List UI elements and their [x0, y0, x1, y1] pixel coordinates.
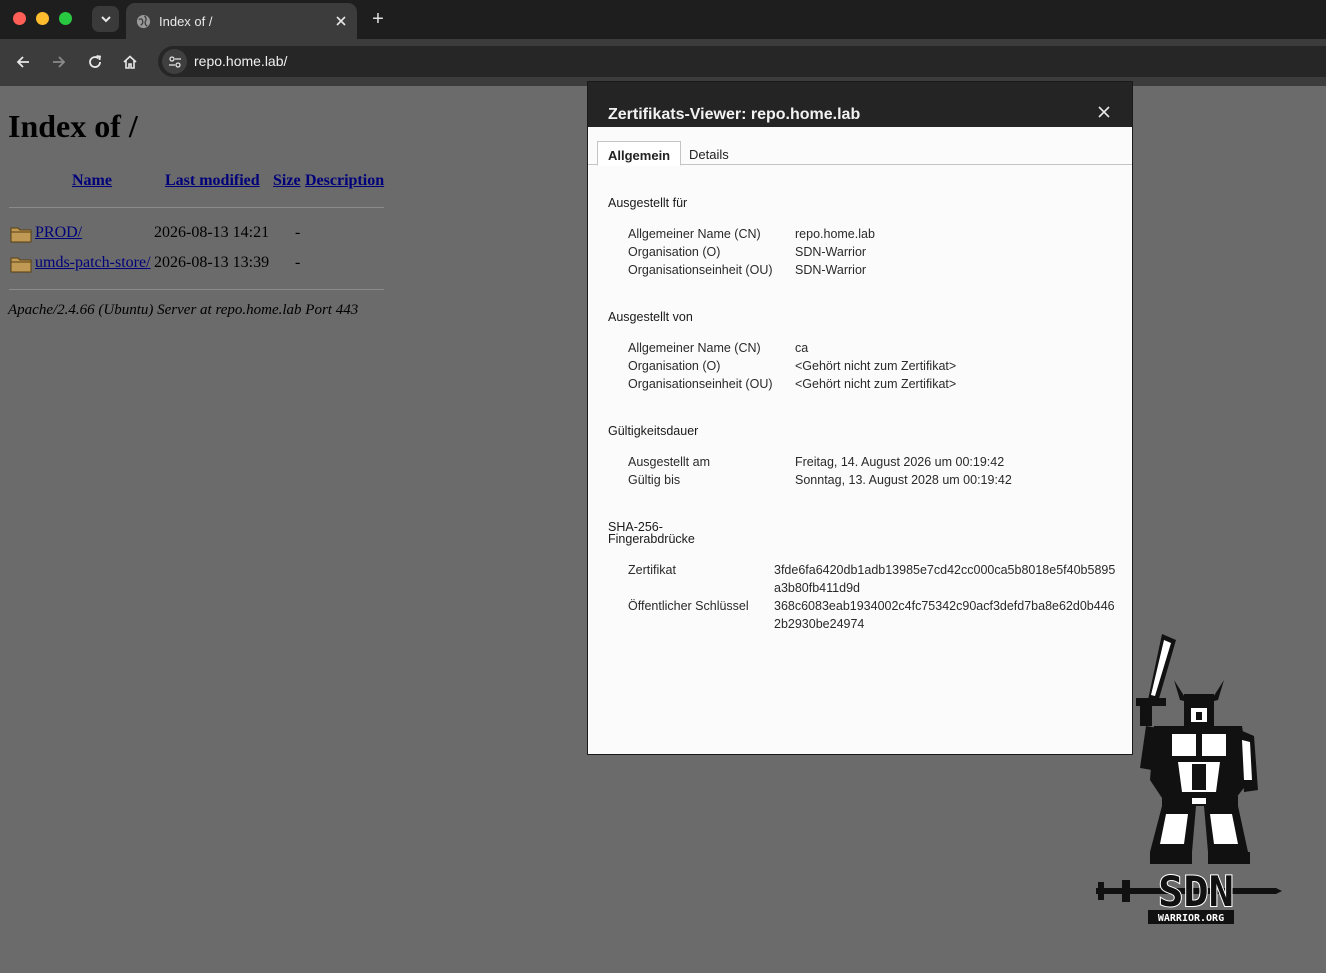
field-label: Öffentlicher Schlüssel [628, 599, 749, 613]
folder-icon [10, 227, 32, 243]
arrow-left-icon [16, 56, 29, 68]
field-label: Organisationseinheit (OU) [628, 377, 773, 391]
field-label: Zertifikat [628, 563, 676, 577]
list-item: umds-patch-store/ 2026-08-13 13:39 - [10, 254, 310, 274]
folder-link-umds-patch-store[interactable]: umds-patch-store/ [35, 254, 151, 272]
folder-icon [10, 257, 32, 273]
last-modified-value: 2026-08-13 13:39 [154, 254, 270, 271]
divider [9, 289, 384, 290]
size-value: - [295, 254, 301, 271]
site-info-button[interactable] [162, 49, 187, 74]
fingerprint-value: 368c6083eab1934002c4fc75342c90acf3defd7b… [774, 599, 1115, 631]
field-label: Allgemeiner Name (CN) [628, 341, 761, 355]
fingerprint-value: 3fde6fa6420db1adb13985e7cd42cc000ca5b801… [774, 563, 1116, 595]
close-window-button[interactable] [13, 12, 26, 25]
field-value: repo.home.lab [795, 227, 875, 241]
tab-details[interactable]: Details [679, 141, 739, 166]
dialog-header: Zertifikats-Viewer: repo.home.lab [588, 82, 1132, 127]
dialog-close-button[interactable] [1094, 102, 1114, 122]
home-button[interactable] [117, 49, 143, 75]
close-tab-button[interactable] [331, 11, 351, 31]
sort-by-size-link[interactable]: Size [273, 172, 301, 190]
sort-by-name-link[interactable]: Name [72, 172, 112, 190]
field-value: Freitag, 14. August 2026 um 00:19:42 [795, 455, 1005, 469]
forward-button[interactable] [46, 49, 72, 75]
field-value: SDN-Warrior [795, 245, 867, 259]
list-item: PROD/ 2026-08-13 14:21 - [10, 224, 310, 244]
reload-icon [89, 55, 102, 68]
minimize-window-button[interactable] [36, 12, 49, 25]
field-label: Organisationseinheit (OU) [628, 263, 773, 277]
last-modified-value: 2026-08-13 14:21 [154, 224, 270, 241]
new-tab-button[interactable]: + [368, 8, 388, 30]
close-icon [1098, 106, 1110, 118]
close-icon [336, 16, 346, 26]
certificate-viewer-dialog: Zertifikats-Viewer: repo.home.lab Allgem… [587, 81, 1133, 755]
dialog-title: Zertifikats-Viewer: repo.home.lab [608, 106, 861, 123]
arrow-right-icon [53, 56, 66, 68]
logo-site-text: WARRIOR.ORG [1158, 913, 1224, 924]
chevron-down-icon [100, 16, 111, 23]
tab-search-button[interactable] [92, 6, 119, 32]
folder-link-prod[interactable]: PROD/ [35, 224, 82, 242]
fingerprints-heading-line2: Fingerabdrücke [608, 532, 695, 546]
tab-allgemein[interactable]: Allgemein [597, 141, 682, 166]
size-value: - [295, 224, 301, 241]
sort-by-last-modified-link[interactable]: Last modified [165, 172, 260, 190]
field-label: Ausgestellt am [628, 455, 710, 469]
field-value: SDN-Warrior [795, 263, 867, 277]
reload-button[interactable] [82, 49, 108, 75]
field-value: <Gehört nicht zum Zertifikat> [795, 359, 957, 373]
field-value: Sonntag, 13. August 2028 um 00:19:42 [795, 473, 1012, 487]
back-button[interactable] [10, 49, 36, 75]
url-text[interactable]: repo.home.lab/ [194, 53, 287, 69]
issued-to-heading: Ausgestellt für [608, 196, 688, 210]
server-address: Apache/2.4.66 (Ubuntu) Server at repo.ho… [8, 302, 359, 318]
tab-title: Index of / [159, 13, 213, 29]
field-label: Gültig bis [628, 473, 681, 487]
browser-toolbar: repo.home.lab/ [0, 39, 1326, 86]
tune-icon [168, 55, 181, 68]
home-icon [123, 55, 137, 69]
logo-brand-text: SDN [1158, 867, 1234, 916]
field-value: ca [795, 341, 809, 355]
issued-by-heading: Ausgestellt von [608, 310, 693, 324]
browser-tab[interactable]: Index of / [126, 3, 357, 39]
field-label: Allgemeiner Name (CN) [628, 227, 761, 241]
address-bar[interactable]: repo.home.lab/ [158, 46, 1326, 77]
field-label: Organisation (O) [628, 359, 721, 373]
sdn-warrior-logo: SDN WARRIOR.ORG [1096, 634, 1282, 924]
tab-strip: Index of / + [0, 0, 1326, 39]
field-label: Organisation (O) [628, 245, 721, 259]
maximize-window-button[interactable] [59, 12, 72, 25]
sort-by-description-link[interactable]: Description [305, 172, 384, 190]
validity-heading: Gültigkeitsdauer [608, 424, 699, 438]
divider [9, 207, 384, 208]
globe-icon [136, 14, 151, 28]
page-title: Index of / [8, 108, 138, 144]
field-value: <Gehört nicht zum Zertifikat> [795, 377, 957, 391]
dialog-tabs: Allgemein Details [588, 127, 1132, 166]
